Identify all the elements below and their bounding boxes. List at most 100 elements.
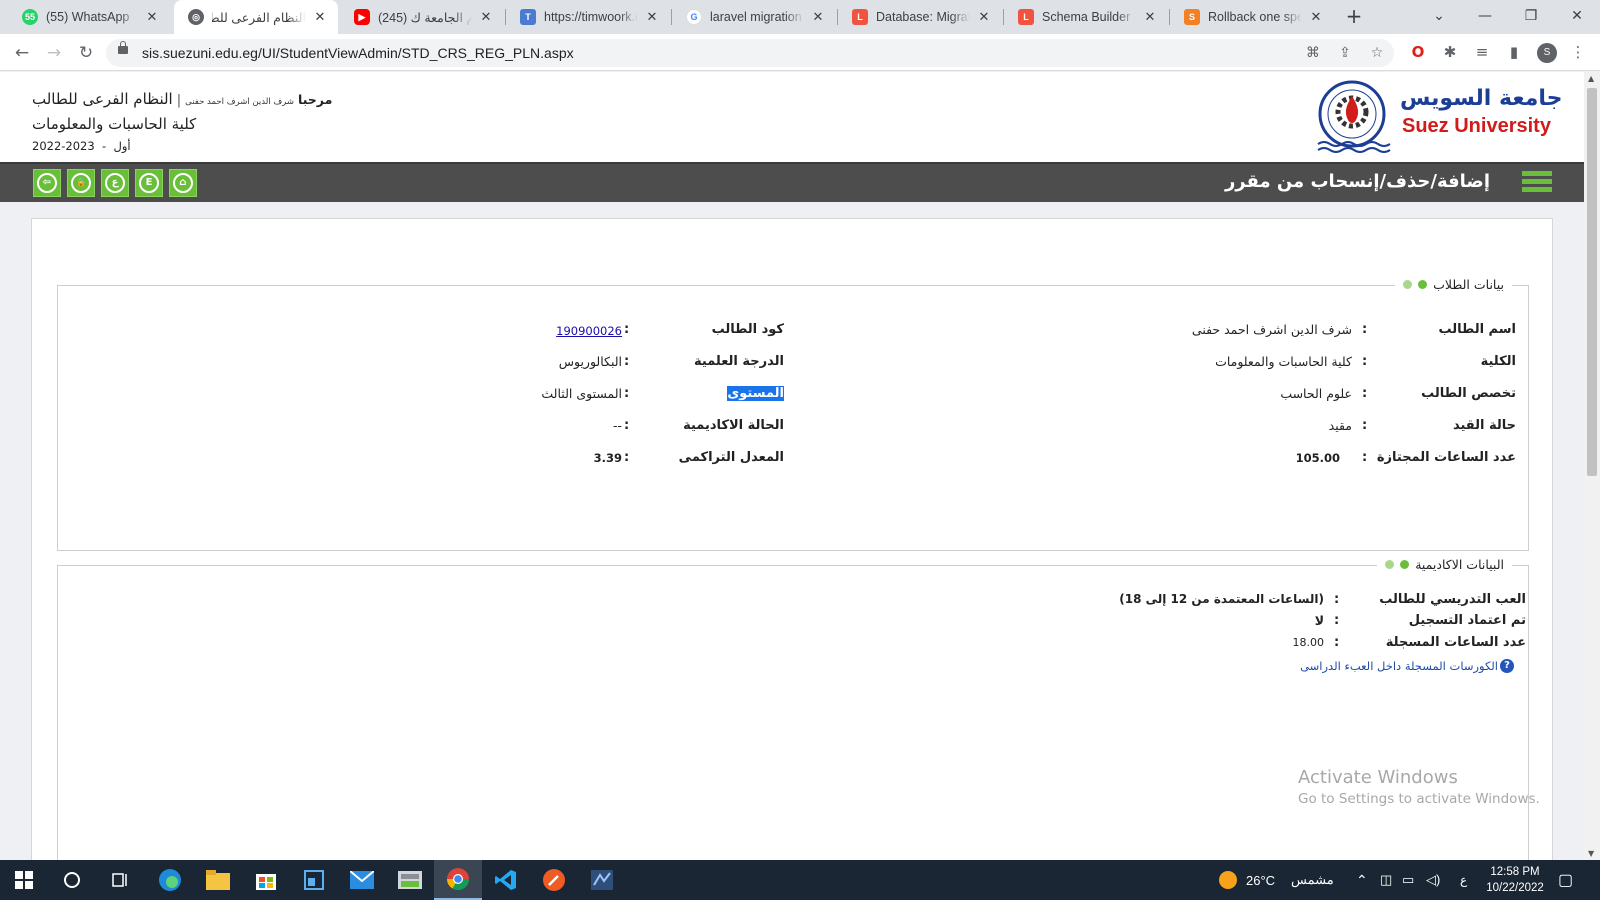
new-tab-button[interactable]: + (1342, 5, 1366, 29)
edge-browser-icon[interactable] (146, 860, 194, 900)
app-icon[interactable] (386, 860, 434, 900)
side-panel-icon[interactable]: ▮ (1504, 42, 1524, 62)
section-legend: بيانات الطلاب (1395, 277, 1512, 292)
english-language-button[interactable]: E (135, 169, 163, 197)
logout-button[interactable]: ⇦ (33, 169, 61, 197)
legend-dot-icon (1418, 280, 1428, 289)
browser-tab[interactable]: 55 (55) WhatsApp ✕ (8, 0, 170, 34)
globe-icon: ◎ (188, 9, 204, 25)
colon: : (1362, 418, 1368, 433)
colon: : (624, 418, 630, 433)
translate-icon[interactable]: ⌘ (1304, 45, 1322, 61)
input-language-indicator[interactable]: ع (1460, 860, 1467, 900)
year-separator: - (102, 139, 107, 153)
restore-icon[interactable]: ❐ (1508, 0, 1554, 34)
task-view-icon[interactable] (96, 860, 144, 900)
close-icon[interactable]: ✕ (312, 9, 328, 25)
close-icon[interactable]: ✕ (478, 9, 494, 25)
specialization-label: تخصص الطالب (1421, 386, 1516, 401)
browser-tab[interactable]: L Schema Builder - L ✕ (1004, 0, 1168, 34)
postman-icon[interactable] (530, 860, 578, 900)
file-explorer-icon[interactable] (194, 860, 242, 900)
taskbar-clock[interactable]: 12:58 PM 10/22/2022 (1478, 864, 1552, 896)
vscode-icon[interactable] (482, 860, 530, 900)
timwoork-icon: T (520, 9, 536, 25)
app-window-icon[interactable] (290, 860, 338, 900)
opera-extension-icon[interactable]: O (1408, 42, 1428, 62)
search-icon[interactable] (48, 860, 96, 900)
share-icon[interactable]: ⇪ (1336, 45, 1354, 61)
network-icon[interactable]: ▭ (1402, 860, 1414, 900)
notifications-icon[interactable]: ▢ (1558, 860, 1573, 900)
browser-tab[interactable]: G laravel migration n ✕ (672, 0, 836, 34)
browser-tab[interactable]: ▶ (245) ايام الجامعة ك ✕ (340, 0, 504, 34)
window-close-icon[interactable]: ✕ (1554, 0, 1600, 34)
windows-start-icon[interactable] (0, 860, 48, 900)
logout-icon: ⇦ (37, 173, 57, 193)
media-control-icon[interactable]: ≡ (1472, 42, 1492, 62)
page-scrollbar[interactable]: ▲ ▼ (1584, 72, 1600, 860)
chrome-icon[interactable] (434, 860, 482, 900)
change-password-button[interactable]: 🔒 (67, 169, 95, 197)
microsoft-store-icon[interactable] (242, 860, 290, 900)
student-code-value[interactable]: 190900026 (556, 323, 622, 338)
student-code-label: كود الطالب (711, 322, 784, 337)
forward-icon[interactable]: → (42, 41, 66, 65)
url-text[interactable]: sis.suezuni.edu.eg/UI/StudentViewAdmin/S… (142, 45, 574, 61)
weather-widget[interactable]: 26°C مشمس (1218, 860, 1334, 900)
network-app-icon[interactable] (578, 860, 626, 900)
address-bar[interactable]: sis.suezuni.edu.eg/UI/StudentViewAdmin/S… (106, 39, 1394, 67)
scroll-down-arrow-icon[interactable]: ▼ (1588, 849, 1594, 858)
welcome-line: مرحبا شرف الدين اشرف احمد حفنى | النظام … (32, 90, 332, 108)
clock-date: 10/22/2022 (1486, 882, 1544, 894)
scrollbar-thumb[interactable] (1587, 88, 1597, 476)
tab-search-chevron-icon[interactable]: ⌄ (1416, 0, 1462, 34)
meet-now-icon[interactable]: ◫ (1380, 860, 1392, 900)
weather-text: مشمس (1291, 872, 1334, 887)
hamburger-menu-icon[interactable] (1522, 171, 1552, 195)
legend-title: بيانات الطلاب (1433, 277, 1504, 292)
close-icon[interactable]: ✕ (1308, 9, 1324, 25)
close-icon[interactable]: ✕ (1142, 9, 1158, 25)
extensions-puzzle-icon[interactable]: ✱ (1440, 42, 1460, 62)
header-separator: | (176, 93, 182, 108)
close-icon[interactable]: ✕ (976, 9, 992, 25)
chevron-up-icon[interactable]: ⌃ (1356, 860, 1368, 900)
browser-tab[interactable]: L Database: Migratio ✕ (838, 0, 1002, 34)
mail-icon[interactable] (338, 860, 386, 900)
browser-tab-active[interactable]: ◎ النظام الفرعى للطالب ✕ (174, 0, 338, 34)
browser-tab[interactable]: S Rollback one speci ✕ (1170, 0, 1334, 34)
arabic-language-button[interactable]: ع (101, 169, 129, 197)
bookmark-star-icon[interactable]: ☆ (1368, 45, 1386, 61)
close-icon[interactable]: ✕ (644, 9, 660, 25)
weather-temp: 26°C (1246, 872, 1276, 888)
gpa-label: المعدل التراكمى (678, 450, 784, 465)
profile-avatar[interactable]: S (1537, 43, 1557, 63)
browser-menu-icon[interactable]: ⋮ (1568, 42, 1588, 62)
scroll-up-arrow-icon[interactable]: ▲ (1588, 74, 1594, 83)
specialization-value: علوم الحاسب (1280, 386, 1352, 401)
degree-value: البكالوريوس (558, 354, 622, 369)
browser-tab[interactable]: T https://timwoork.co ✕ (506, 0, 670, 34)
close-icon[interactable]: ✕ (144, 9, 160, 25)
help-icon[interactable]: ? (1500, 659, 1514, 673)
year-value: 2022-2023 (32, 139, 95, 153)
study-load-label: العب التدريسي للطالب (1379, 592, 1526, 607)
home-button[interactable]: ⌂ (169, 169, 197, 197)
volume-icon[interactable]: ◁) (1426, 860, 1440, 900)
content-card: بيانات الطلاب اسم الطالب : شرف الدين اشر… (31, 218, 1553, 860)
system-name: النظام الفرعى للطالب (32, 90, 173, 108)
sun-icon (1219, 871, 1237, 889)
student-code-link[interactable]: 190900026 (556, 324, 622, 338)
minimize-icon[interactable]: — (1462, 0, 1508, 34)
close-icon[interactable]: ✕ (810, 9, 826, 25)
back-icon[interactable]: ← (10, 41, 34, 65)
reload-icon[interactable]: ↻ (74, 41, 98, 65)
student-name-value: شرف الدين اشرف احمد حفنى (1191, 322, 1352, 337)
student-name-header: شرف الدين اشرف احمد حفنى (185, 97, 294, 107)
level-label-text: المستوى (727, 386, 784, 401)
registered-courses-link[interactable]: الكورسات المسجلة داخل العبء الدراسى (1300, 659, 1498, 673)
passed-hours-label: عدد الساعات المجتازة (1376, 450, 1516, 465)
colon: : (624, 354, 630, 369)
lock-icon[interactable] (118, 41, 128, 54)
